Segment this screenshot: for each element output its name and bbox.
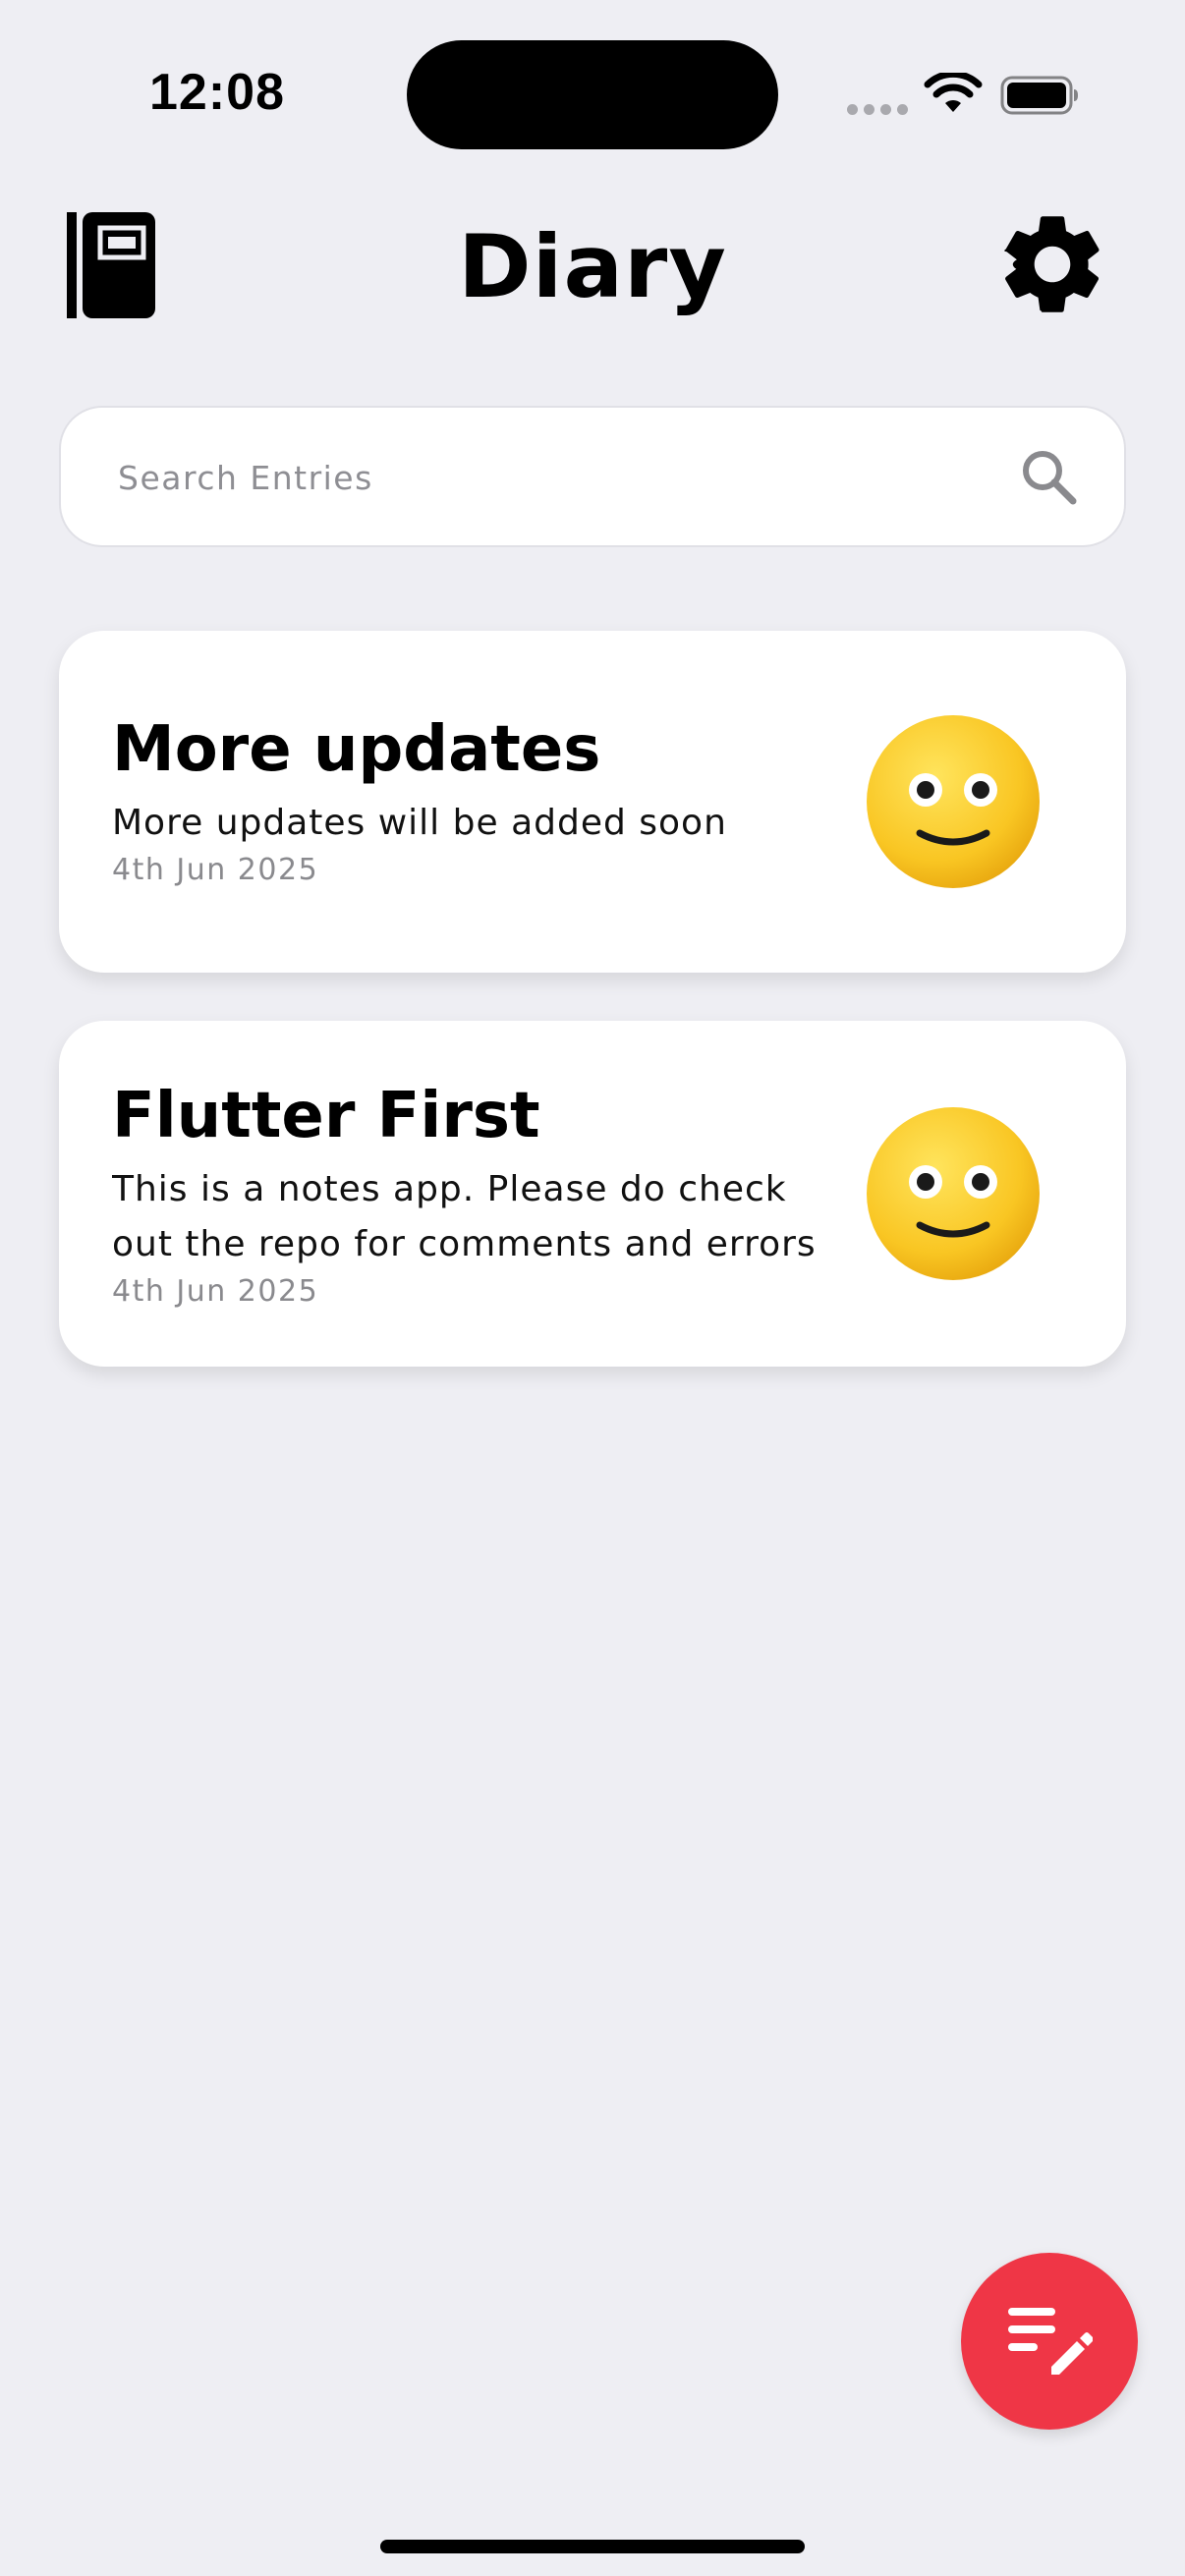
battery-icon — [1000, 76, 1078, 115]
search-input[interactable] — [118, 443, 1002, 512]
entry-title: More updates — [112, 713, 601, 786]
entry-body: This is a notes app. Please do check out… — [112, 1169, 817, 1264]
edit-note-icon — [1008, 2308, 1093, 2375]
gear-icon[interactable] — [992, 204, 1112, 324]
entry-body: More updates will be added soon — [112, 803, 727, 843]
entry-title: Flutter First — [112, 1080, 540, 1152]
search-bar[interactable] — [59, 406, 1126, 547]
dynamic-island — [407, 40, 778, 149]
entry-date: 4th Jun 2025 — [112, 853, 319, 887]
search-icon[interactable] — [1018, 446, 1081, 509]
slightly-smiling-face-emoji-icon — [867, 715, 1040, 888]
home-indicator[interactable] — [380, 2540, 805, 2553]
slightly-smiling-face-emoji-icon — [867, 1107, 1040, 1280]
entry-date: 4th Jun 2025 — [112, 1274, 319, 1309]
new-entry-button[interactable] — [961, 2253, 1138, 2430]
cellular-signal-icon — [847, 104, 908, 116]
status-time: 12:08 — [149, 64, 285, 121]
diary-entry-card[interactable]: More updates More updates will be added … — [59, 631, 1126, 973]
wifi-icon — [924, 73, 983, 112]
diary-entry-card[interactable]: Flutter First This is a notes app. Pleas… — [59, 1021, 1126, 1367]
